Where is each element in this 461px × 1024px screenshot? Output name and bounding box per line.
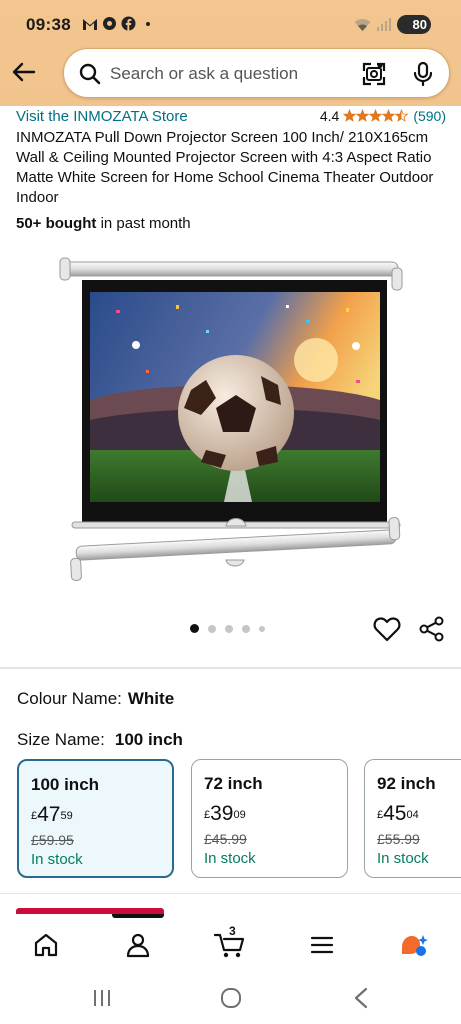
size-name-row: Size Name: 100 inch	[17, 730, 183, 750]
colour-label: Colour Name:	[17, 689, 122, 708]
size-option-old-price: £59.95	[31, 832, 74, 848]
colour-name-row: Colour Name: White	[17, 689, 174, 709]
camera-icon[interactable]	[361, 61, 387, 87]
price-whole: 47	[37, 803, 61, 826]
size-option-name: 92 inch	[377, 774, 436, 793]
cart-count: 3	[229, 924, 236, 938]
system-navigation-bar	[0, 972, 461, 1024]
search-input[interactable]: Search or ask a question	[110, 64, 298, 84]
size-option-price: £4504	[377, 803, 449, 825]
size-option-name: 72 inch	[204, 774, 263, 793]
size-option-stock: In stock	[204, 850, 256, 867]
back-arrow-icon	[12, 62, 36, 82]
home-button-icon[interactable]	[220, 987, 242, 1009]
mic-icon[interactable]	[411, 61, 435, 87]
carousel-dot[interactable]	[190, 624, 199, 633]
rating-count: (590)	[413, 108, 446, 124]
colour-value: White	[127, 689, 175, 708]
nav-menu[interactable]	[304, 930, 340, 960]
back-button[interactable]	[10, 58, 38, 86]
rufus-icon	[402, 935, 428, 956]
home-icon	[34, 933, 58, 957]
store-link[interactable]: Visit the INMOZATA Store	[16, 108, 188, 125]
currency-symbol: £	[377, 809, 384, 821]
size-option-name: 100 inch	[31, 775, 100, 794]
status-bar: 09:38 80	[0, 0, 461, 46]
signal-icon	[377, 18, 391, 31]
recent-apps-icon[interactable]	[92, 988, 112, 1008]
nav-account[interactable]	[120, 930, 156, 960]
menu-icon	[310, 936, 334, 954]
price-fraction: 09	[233, 809, 246, 821]
header: 09:38 80 Search or ask a question	[0, 0, 461, 106]
price-fraction: 04	[406, 809, 419, 821]
size-option-price: £3909	[204, 803, 335, 825]
nav-cart[interactable]: 3	[212, 924, 248, 960]
active-tab-indicator	[112, 914, 164, 918]
price-whole: 45	[383, 802, 407, 825]
nav-rufus[interactable]	[396, 930, 432, 960]
size-option-stock: In stock	[377, 850, 429, 867]
system-back-icon[interactable]	[352, 987, 370, 1009]
rating-value: 4.4	[319, 108, 340, 124]
search-icon	[79, 63, 101, 85]
facebook-icon	[121, 16, 136, 31]
size-option-price: £4759	[31, 804, 160, 826]
size-option-92-inch[interactable]: 92 inch £4504 £55.99 In stock	[364, 759, 461, 878]
size-option-old-price: £45.99	[204, 831, 247, 847]
battery-level: 80	[412, 17, 427, 32]
share-icon	[419, 616, 444, 642]
bottom-navigation: 3	[0, 914, 461, 972]
battery-indicator: 80	[397, 15, 431, 34]
size-option-72-inch[interactable]: 72 inch £3909 £45.99 In stock	[191, 759, 348, 878]
bought-bold: 50+ bought	[16, 215, 97, 232]
nav-home[interactable]	[28, 930, 64, 960]
currency-symbol: £	[204, 809, 211, 821]
size-option-100-inch[interactable]: 100 inch £4759 £59.95 In stock	[17, 759, 174, 878]
account-icon	[126, 933, 150, 958]
wifi-icon	[354, 18, 371, 31]
star-rating-icon	[343, 109, 409, 123]
heart-icon	[373, 617, 401, 642]
size-option-stock: In stock	[31, 851, 83, 868]
size-label: Size Name:	[17, 730, 105, 749]
product-title: INMOZATA Pull Down Projector Screen 100 …	[16, 129, 434, 206]
price-whole: 39	[210, 802, 234, 825]
currency-symbol: £	[31, 810, 38, 822]
section-divider	[0, 667, 461, 669]
image-carousel-dots[interactable]	[190, 624, 265, 633]
wishlist-button[interactable]	[373, 616, 401, 647]
rating-summary[interactable]: 4.4 (590)	[320, 108, 446, 124]
more-notifications-dot	[146, 21, 150, 26]
carousel-dot[interactable]	[242, 624, 250, 633]
store-row: Visit the INMOZATA Store 4.4 (590)	[16, 108, 446, 128]
carousel-dot[interactable]	[225, 624, 233, 633]
bought-rest: in past month	[96, 215, 191, 232]
app-icon	[103, 17, 116, 30]
section-divider	[0, 893, 461, 894]
notification-icons	[82, 16, 150, 31]
carousel-dot[interactable]	[208, 624, 216, 633]
size-value: 100 inch	[114, 730, 183, 749]
system-status: 80	[354, 15, 431, 34]
size-option-old-price: £55.99	[377, 831, 420, 847]
bought-count: 50+ bought in past month	[16, 215, 191, 232]
search-bar[interactable]: Search or ask a question	[63, 48, 450, 98]
carousel-dot[interactable]	[259, 625, 265, 632]
status-time: 09:38	[26, 15, 71, 34]
share-button[interactable]	[419, 616, 445, 647]
product-image[interactable]	[56, 250, 406, 585]
gmail-icon	[83, 18, 97, 30]
price-fraction: 59	[60, 810, 73, 822]
